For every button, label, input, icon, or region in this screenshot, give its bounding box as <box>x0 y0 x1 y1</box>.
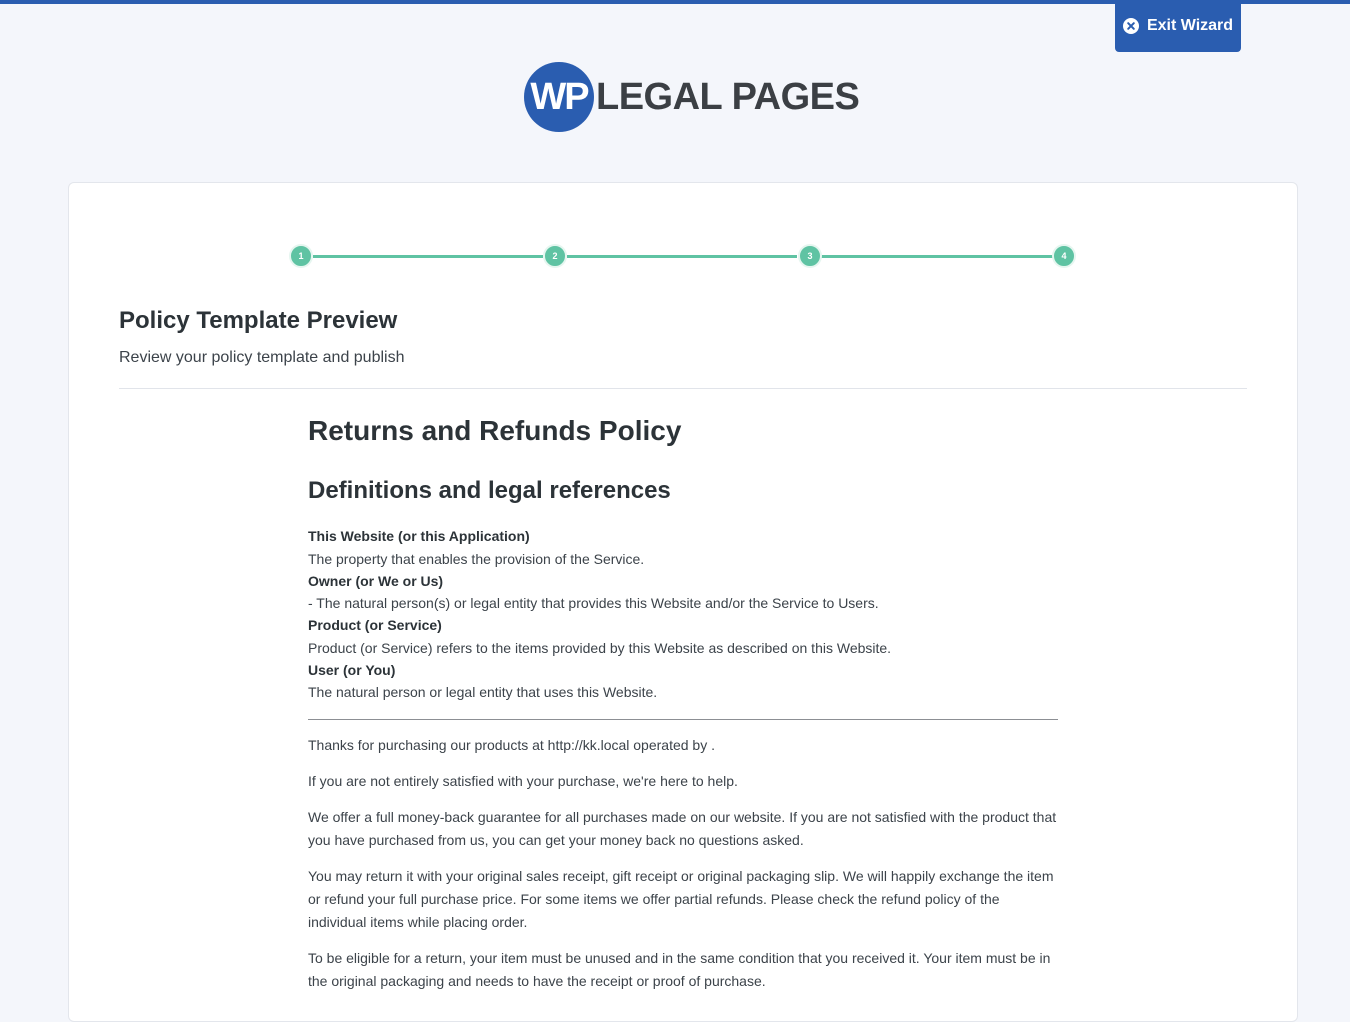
wp-legal-pages-logo: WP LEGAL PAGES <box>524 62 860 132</box>
definition-description: The natural person or legal entity that … <box>308 684 658 700</box>
definition-term: Owner (or We or Us) <box>308 572 444 589</box>
policy-preview: Returns and Refunds Policy Definitions a… <box>308 411 1060 993</box>
step-connector <box>567 255 797 258</box>
wizard-card: 1 2 3 4 Policy Template Preview Review y… <box>68 182 1298 1022</box>
exit-wizard-button[interactable]: Exit Wizard <box>1115 0 1241 52</box>
step-connector <box>313 255 543 258</box>
step-2[interactable]: 2 <box>543 244 567 268</box>
policy-paragraph: If you are not entirely satisfied with y… <box>308 773 738 789</box>
policy-paragraph: You may return it with your original sal… <box>308 868 1054 930</box>
step-1[interactable]: 1 <box>289 244 313 268</box>
step-4[interactable]: 4 <box>1052 244 1076 268</box>
wizard-stepper: 1 2 3 4 <box>289 244 1077 268</box>
definition-term: Product (or Service) <box>308 617 442 633</box>
definitions-list: This Website (or this Application) The p… <box>308 525 1060 703</box>
section-subtitle: Review your policy template and publish <box>119 349 405 366</box>
definition-term: This Website (or this Application) <box>308 528 530 544</box>
step-3[interactable]: 3 <box>798 244 822 268</box>
policy-divider <box>308 719 1058 720</box>
step-connector <box>821 255 1053 258</box>
logo-circle: WP <box>524 62 594 132</box>
policy-title: Returns and Refunds Policy <box>308 415 682 446</box>
policy-paragraph: We offer a full money-back guarantee for… <box>308 809 1057 848</box>
definition-description: Product (or Service) refers to the items… <box>308 639 892 656</box>
section-title: Policy Template Preview <box>119 307 398 334</box>
logo-text: LEGAL PAGES <box>596 76 860 118</box>
definition-term: User (or You) <box>308 661 396 678</box>
exit-wizard-label: Exit Wizard <box>1146 17 1234 34</box>
definitions-heading: Definitions and legal references <box>308 477 671 504</box>
section-divider <box>119 388 1247 389</box>
policy-paragraph: To be eligible for a return, your item m… <box>308 950 1051 989</box>
definition-description: The property that enables the provision … <box>308 550 645 567</box>
policy-paragraph: Thanks for purchasing our products at ht… <box>308 737 715 753</box>
definition-description: - The natural person(s) or legal entity … <box>308 595 879 611</box>
close-circle-icon <box>1122 18 1139 34</box>
